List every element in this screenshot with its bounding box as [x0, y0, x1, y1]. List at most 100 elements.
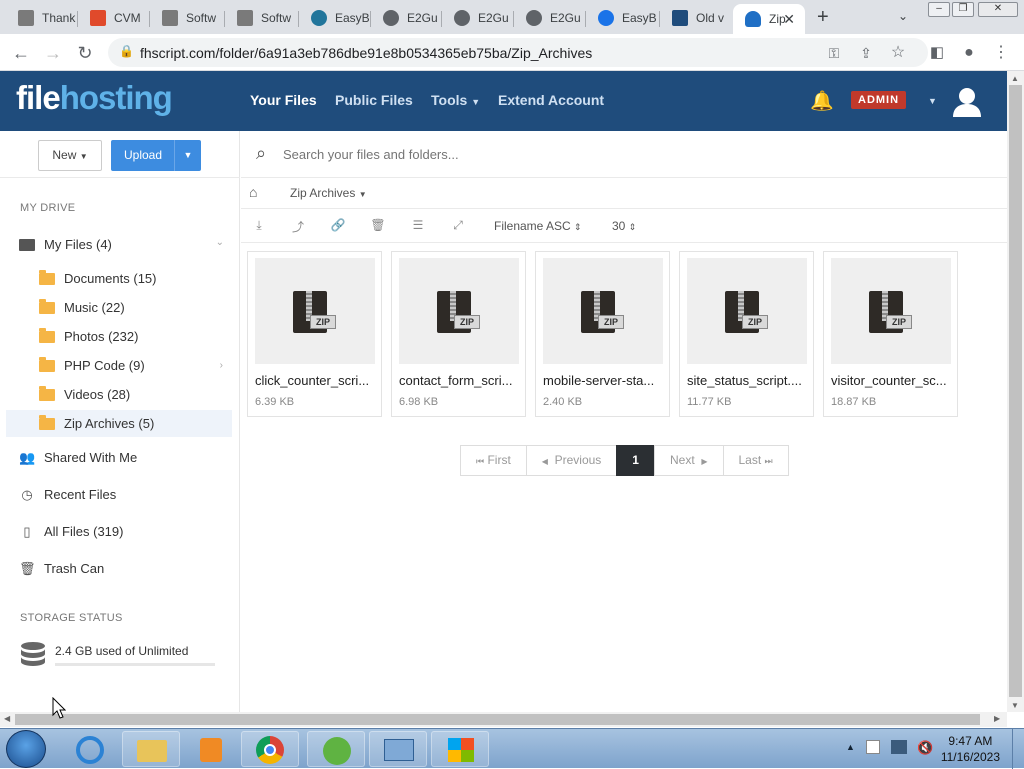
reload-icon[interactable]: ↻	[74, 42, 96, 64]
bookmark-star-icon[interactable]: ☆	[887, 42, 909, 64]
scroll-up-icon[interactable]: ▲	[1011, 74, 1019, 83]
close-window-icon[interactable]: ✕	[978, 2, 1018, 17]
url-field[interactable]: 🔒 fhscript.com/folder/6a91a3eb786dbe91e8…	[108, 38, 928, 67]
account-caret-icon[interactable]: ▼	[928, 96, 937, 106]
windows-flag-taskbar-icon[interactable]	[431, 731, 489, 767]
browser-tab[interactable]: Old v	[660, 4, 732, 32]
file-card[interactable]: ZIP contact_form_scri... 6.98 KB	[391, 251, 526, 417]
back-icon[interactable]: ←	[10, 42, 32, 64]
pager-first[interactable]: ⏮ First	[460, 445, 527, 476]
scroll-left-icon[interactable]: ◀	[4, 714, 10, 723]
browser-tab[interactable]: EasyB	[586, 4, 660, 32]
file-card[interactable]: ZIP mobile-server-sta... 2.40 KB	[535, 251, 670, 417]
horizontal-scrollbar[interactable]: ◀ ▶	[0, 712, 1007, 727]
chevron-right-icon[interactable]: ›	[220, 360, 223, 371]
browser-tab[interactable]: EasyB	[299, 4, 371, 32]
logo[interactable]: filehosting	[16, 79, 173, 117]
share-icon[interactable]: ⤴	[290, 218, 306, 234]
browser-tab[interactable]: Softw	[225, 4, 299, 32]
new-button[interactable]: New ▼	[38, 140, 102, 171]
list-view-icon[interactable]: ☰	[410, 218, 426, 234]
minimize-icon[interactable]: –	[928, 2, 950, 17]
scroll-down-icon[interactable]: ▼	[1011, 701, 1019, 710]
vertical-scroll-thumb[interactable]	[1009, 85, 1022, 697]
sort-select[interactable]: Filename ASC ⇕	[494, 219, 582, 233]
file-card[interactable]: ZIP click_counter_scri... 6.39 KB	[247, 251, 382, 417]
browser-tab-active[interactable]: Zip ✕	[733, 4, 805, 34]
tab-search-chevron-icon[interactable]: ⌄	[898, 9, 908, 23]
explorer-taskbar-icon[interactable]	[122, 731, 180, 767]
search-icon[interactable]: ⌕	[256, 143, 266, 164]
sidebar-item-shared[interactable]: 👥 Shared With Me	[6, 444, 232, 471]
horizontal-scroll-thumb[interactable]	[15, 714, 980, 725]
network-icon[interactable]	[891, 740, 907, 754]
link-icon[interactable]: 🔗	[330, 218, 346, 234]
profile-icon[interactable]: ●	[958, 42, 980, 64]
browser-tab[interactable]: CVM	[78, 4, 150, 32]
pager-current[interactable]: 1	[616, 445, 655, 476]
upload-caret-icon[interactable]: ▼	[174, 140, 201, 171]
share-icon[interactable]: ⇪	[855, 42, 877, 64]
restore-icon[interactable]: ❐	[952, 2, 974, 17]
sidebar-item-recent[interactable]: ◷ Recent Files	[6, 481, 232, 508]
close-tab-icon[interactable]: ✕	[783, 11, 795, 28]
sidebar-item-zip-archives[interactable]: Zip Archives (5)	[6, 410, 232, 437]
admin-badge[interactable]: ADMIN	[851, 91, 907, 109]
file-card[interactable]: ZIP visitor_counter_sc... 18.87 KB	[823, 251, 958, 417]
browser-tab[interactable]: Thank	[6, 4, 78, 32]
ov-icon	[672, 10, 688, 26]
sidebar-item-photos[interactable]: Photos (232)	[6, 323, 232, 350]
sidebar-item-all-files[interactable]: ▯ All Files (319)	[6, 518, 232, 545]
sidebar-item-videos[interactable]: Videos (28)	[6, 381, 232, 408]
tray-expand-icon[interactable]: ▲	[846, 742, 855, 752]
search-input[interactable]	[283, 143, 883, 165]
pager-previous[interactable]: ◀ Previous	[525, 445, 618, 476]
download-icon[interactable]: ⤓	[251, 218, 267, 234]
sidebar-item-music[interactable]: Music (22)	[6, 294, 232, 321]
avatar[interactable]	[951, 85, 983, 117]
sidebar-item-trash[interactable]: 🗑 Trash Can	[6, 555, 232, 582]
folder-icon	[39, 298, 55, 314]
trash-icon[interactable]: 🗑	[370, 218, 386, 234]
sidebar-item-php-code[interactable]: PHP Code (9) ›	[6, 352, 232, 379]
vertical-scrollbar[interactable]: ▲ ▼	[1007, 71, 1024, 712]
per-page-select[interactable]: 30 ⇕	[612, 219, 636, 233]
show-desktop-button[interactable]	[1012, 729, 1024, 769]
menu-kebab-icon[interactable]: ⋮	[990, 42, 1012, 64]
new-tab-icon[interactable]: +	[817, 6, 829, 29]
sidebar-item-my-files[interactable]: My Files (4) ⌄	[6, 231, 232, 258]
volume-muted-icon[interactable]: 🔇	[917, 740, 933, 756]
bell-icon[interactable]: 🔔	[810, 89, 834, 113]
breadcrumb-current[interactable]: Zip Archives ▼	[290, 186, 367, 200]
utorrent-taskbar-icon[interactable]	[307, 731, 365, 767]
browser-tab[interactable]: E2Gu	[514, 4, 586, 32]
sidebar-item-documents[interactable]: Documents (15)	[6, 265, 232, 292]
key-icon[interactable]: ⚿	[823, 42, 845, 64]
browser-tab[interactable]: Softw	[150, 4, 225, 32]
home-icon[interactable]: ⌂	[249, 184, 257, 200]
browser-tab[interactable]: E2Gu	[442, 4, 514, 32]
ie-taskbar-icon[interactable]	[62, 731, 120, 767]
pager-next[interactable]: Next ▶	[653, 445, 724, 476]
taskbar-clock[interactable]: 9:47 AM 11/16/2023	[941, 733, 1000, 765]
action-center-icon[interactable]	[866, 740, 880, 754]
nav-extend-account[interactable]: Extend Account	[498, 92, 604, 108]
network-app-taskbar-icon[interactable]	[369, 731, 427, 767]
fullscreen-icon[interactable]: ⤢	[450, 218, 466, 234]
chevron-down-icon[interactable]: ⌄	[216, 237, 224, 248]
forward-icon[interactable]: →	[42, 42, 64, 64]
start-button[interactable]	[6, 730, 46, 768]
nav-public-files[interactable]: Public Files	[335, 92, 413, 108]
pager-last[interactable]: Last ⏭	[722, 445, 789, 476]
file-name: contact_form_scri...	[399, 373, 513, 388]
nav-tools[interactable]: Tools ▼	[431, 92, 480, 108]
browser-tab[interactable]: E2Gu	[371, 4, 442, 32]
scroll-right-icon[interactable]: ▶	[994, 714, 1000, 723]
tab-favicon-icon	[162, 10, 178, 26]
nav-your-files[interactable]: Your Files	[250, 92, 317, 108]
chrome-taskbar-icon[interactable]	[241, 731, 299, 767]
side-panel-icon[interactable]: ◧	[926, 42, 948, 64]
media-player-taskbar-icon[interactable]	[182, 731, 240, 767]
file-card[interactable]: ZIP site_status_script.... 11.77 KB	[679, 251, 814, 417]
upload-button[interactable]: Upload ▼	[111, 140, 201, 171]
